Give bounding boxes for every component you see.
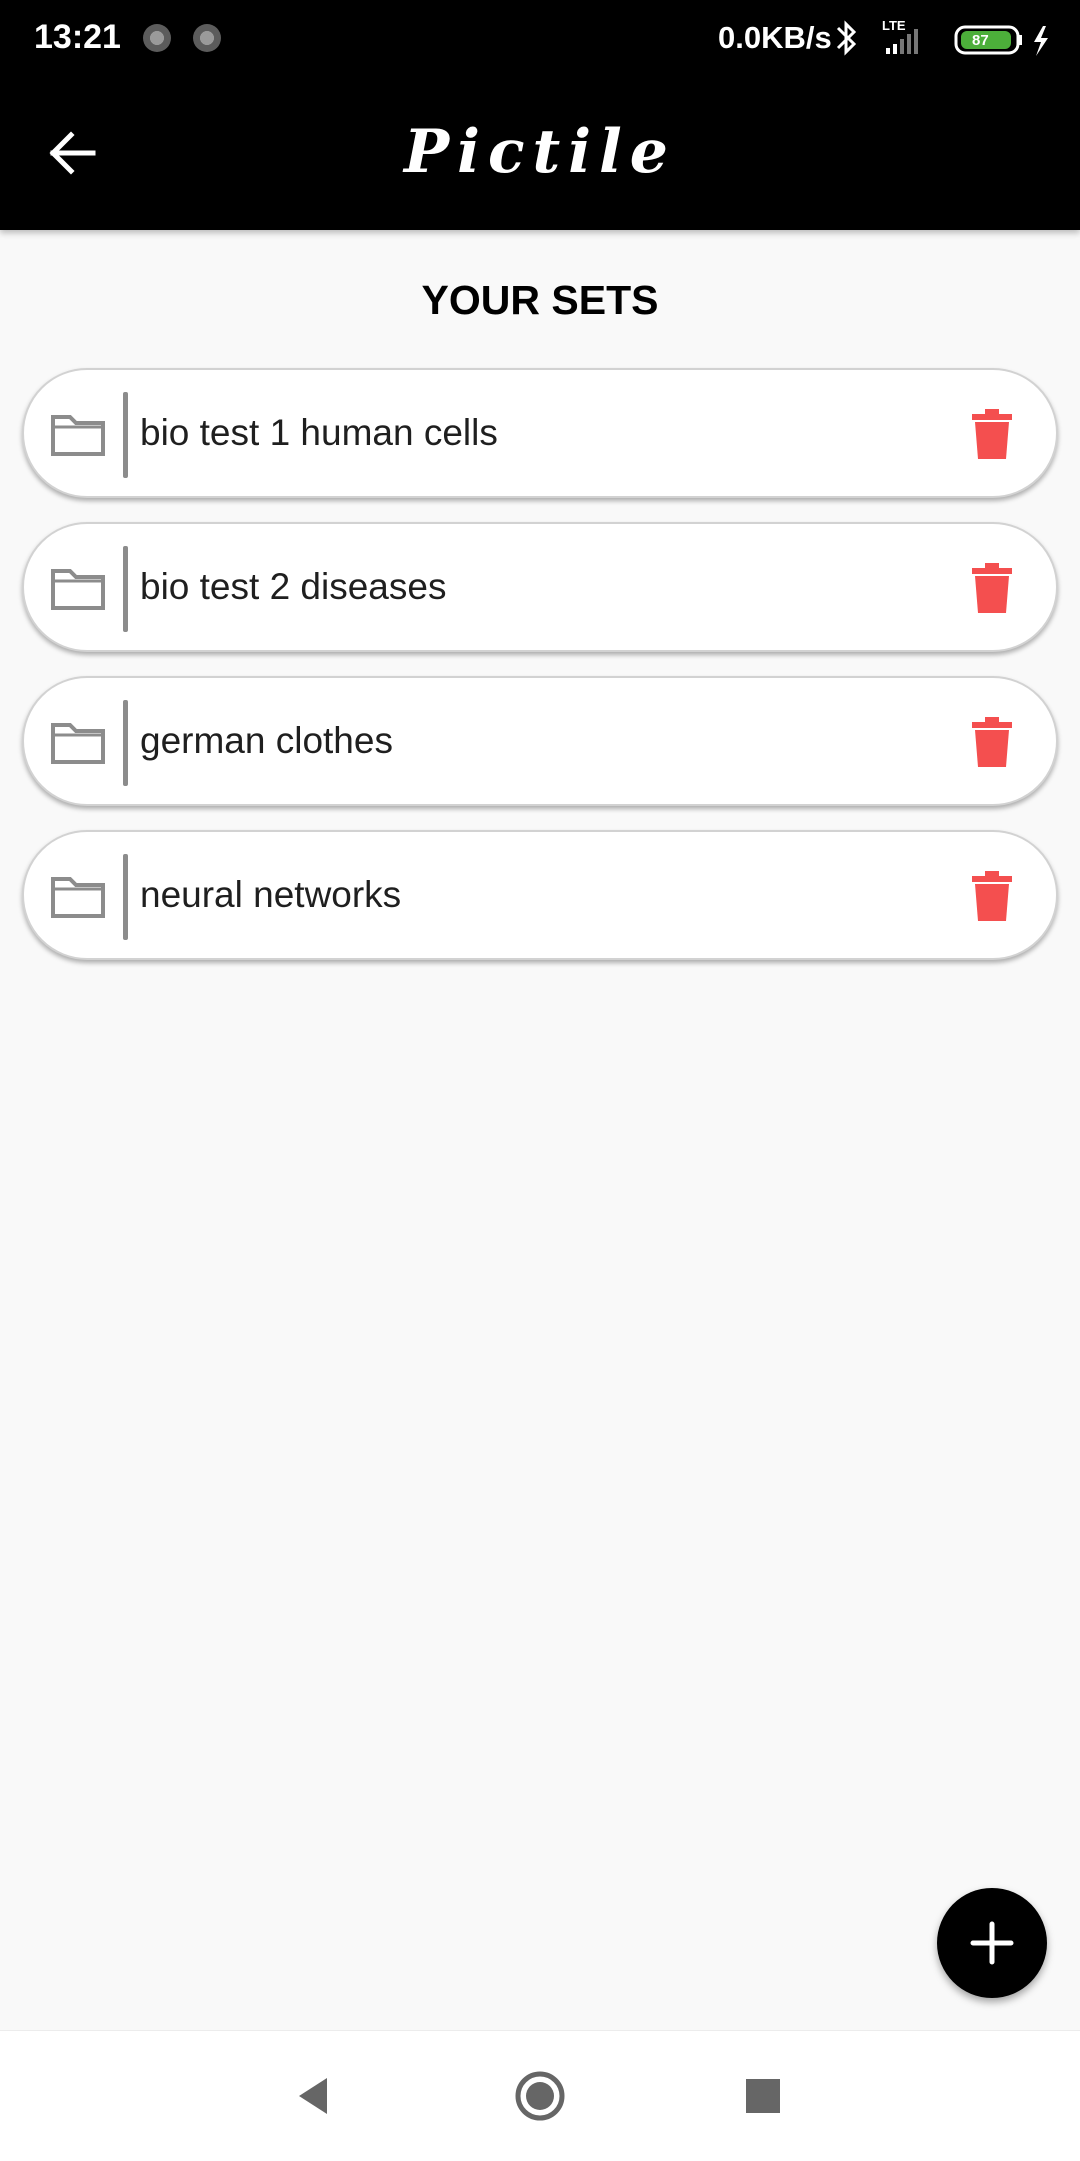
battery-icon: 87 <box>954 25 1022 55</box>
plus-icon <box>970 1921 1014 1965</box>
folder-icon <box>51 723 105 764</box>
divider <box>123 854 128 940</box>
notification-icon <box>193 24 221 52</box>
set-list-item[interactable]: bio test 2 diseases <box>22 522 1058 652</box>
delete-set-button[interactable] <box>970 870 1014 922</box>
bluetooth-icon <box>836 20 857 56</box>
folder-icon <box>51 415 105 456</box>
folder-icon <box>51 877 105 918</box>
delete-set-button[interactable] <box>970 562 1014 614</box>
divider <box>123 546 128 632</box>
network-speed: 0.0KB/s <box>718 20 832 55</box>
delete-set-button[interactable] <box>970 716 1014 768</box>
divider <box>123 700 128 786</box>
battery-level: 87 <box>972 32 989 49</box>
set-list: bio test 1 human cells bio test 2 diseas… <box>22 368 1058 984</box>
trash-icon <box>972 563 1012 613</box>
status-icons: LTE 87 <box>836 18 1048 56</box>
trash-icon <box>972 717 1012 767</box>
app-title: Pictile <box>404 117 676 187</box>
set-list-item[interactable]: bio test 1 human cells <box>22 368 1058 498</box>
delete-set-button[interactable] <box>970 408 1014 460</box>
set-name[interactable]: german clothes <box>140 716 393 766</box>
status-bar: 13:21 0.0KB/s LTE 87 <box>0 0 1080 76</box>
triangle-back-icon <box>299 2078 327 2114</box>
divider <box>123 392 128 478</box>
nav-recents-button[interactable] <box>733 2066 793 2126</box>
trash-icon <box>972 871 1012 921</box>
page-title: YOUR SETS <box>421 277 659 323</box>
set-name[interactable]: bio test 1 human cells <box>140 408 498 458</box>
notification-icon <box>143 24 171 52</box>
system-nav-bar <box>0 2030 1080 2161</box>
set-name[interactable]: bio test 2 diseases <box>140 562 446 612</box>
square-recents-icon <box>746 2079 780 2113</box>
set-list-item[interactable]: german clothes <box>22 676 1058 806</box>
nav-back-button[interactable] <box>283 2066 343 2126</box>
app-bar: Pictile <box>0 76 1080 230</box>
set-name[interactable]: neural networks <box>140 870 401 920</box>
lte-label: LTE <box>882 18 906 33</box>
add-set-button[interactable] <box>937 1888 1047 1998</box>
folder-icon <box>51 569 105 610</box>
trash-icon <box>972 409 1012 459</box>
set-list-item[interactable]: neural networks <box>22 830 1058 960</box>
nav-home-button[interactable] <box>510 2066 570 2126</box>
status-time: 13:21 <box>34 18 121 56</box>
circle-home-icon <box>515 2071 565 2121</box>
charging-icon <box>1034 26 1048 56</box>
